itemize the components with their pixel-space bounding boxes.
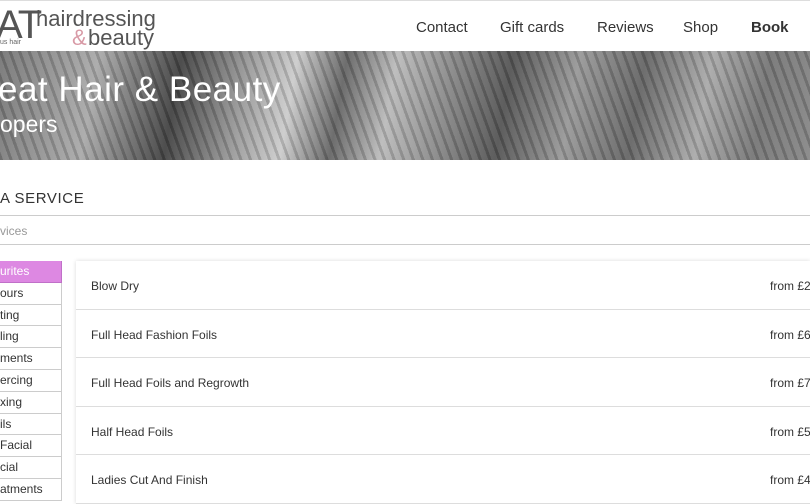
nav-book[interactable]: Book	[751, 19, 789, 36]
nav-contact[interactable]: Contact	[416, 19, 468, 36]
service-name: Half Head Foils	[91, 424, 174, 439]
nav-shop[interactable]: Shop	[683, 19, 718, 36]
category-item[interactable]: Facial	[0, 435, 62, 458]
hero-banner: eat Hair & Beauty opers	[0, 51, 810, 160]
logo-tagline: us hair	[0, 39, 22, 46]
search-input[interactable]: vices	[0, 215, 810, 245]
category-list: urites ours ting ling ments ercing xing …	[0, 261, 62, 501]
service-row[interactable]: Half Head Foils from £5	[76, 406, 810, 456]
service-price: from £4	[770, 473, 810, 488]
service-name: Full Head Foils and Regrowth	[91, 376, 250, 391]
category-item[interactable]: cial	[0, 457, 62, 479]
nav-gift-cards[interactable]: Gift cards	[500, 19, 564, 36]
service-name: Full Head Fashion Foils	[91, 327, 218, 342]
nav-reviews[interactable]: Reviews	[597, 19, 654, 36]
site-header: AT us hair hairdressing & beauty Contact…	[0, 0, 810, 51]
category-item[interactable]: ercing	[0, 369, 62, 392]
category-item[interactable]: ting	[0, 304, 62, 327]
section-title: A SERVICE	[0, 190, 85, 207]
category-item[interactable]: urites	[0, 261, 62, 283]
service-row[interactable]: Full Head Fashion Foils from £6	[76, 309, 810, 359]
banner-title: eat Hair & Beauty	[0, 70, 281, 109]
service-name: Blow Dry	[91, 279, 140, 293]
service-row[interactable]: Full Head Foils and Regrowth from £7	[76, 358, 810, 407]
category-item[interactable]: xing	[0, 391, 62, 414]
service-list: Blow Dry from £2 Full Head Fashion Foils f…	[76, 261, 810, 504]
category-item[interactable]: ils	[0, 413, 62, 436]
service-price: from £6	[770, 327, 810, 342]
service-name: Ladies Cut And Finish	[91, 473, 208, 488]
banner-subtitle: opers	[0, 111, 58, 137]
category-item[interactable]: atments	[0, 478, 62, 501]
category-item[interactable]: ours	[0, 282, 62, 305]
category-item[interactable]: ling	[0, 326, 62, 349]
service-price: from £2	[770, 279, 810, 293]
service-row[interactable]: Blow Dry from £2	[76, 261, 810, 310]
service-price: from £5	[770, 424, 810, 439]
service-row[interactable]: Ladies Cut And Finish from £4	[76, 455, 810, 504]
logo-line2: beauty	[88, 25, 155, 50]
category-item[interactable]: ments	[0, 348, 62, 370]
logo-amp: &	[72, 25, 87, 50]
service-price: from £7	[770, 376, 810, 391]
